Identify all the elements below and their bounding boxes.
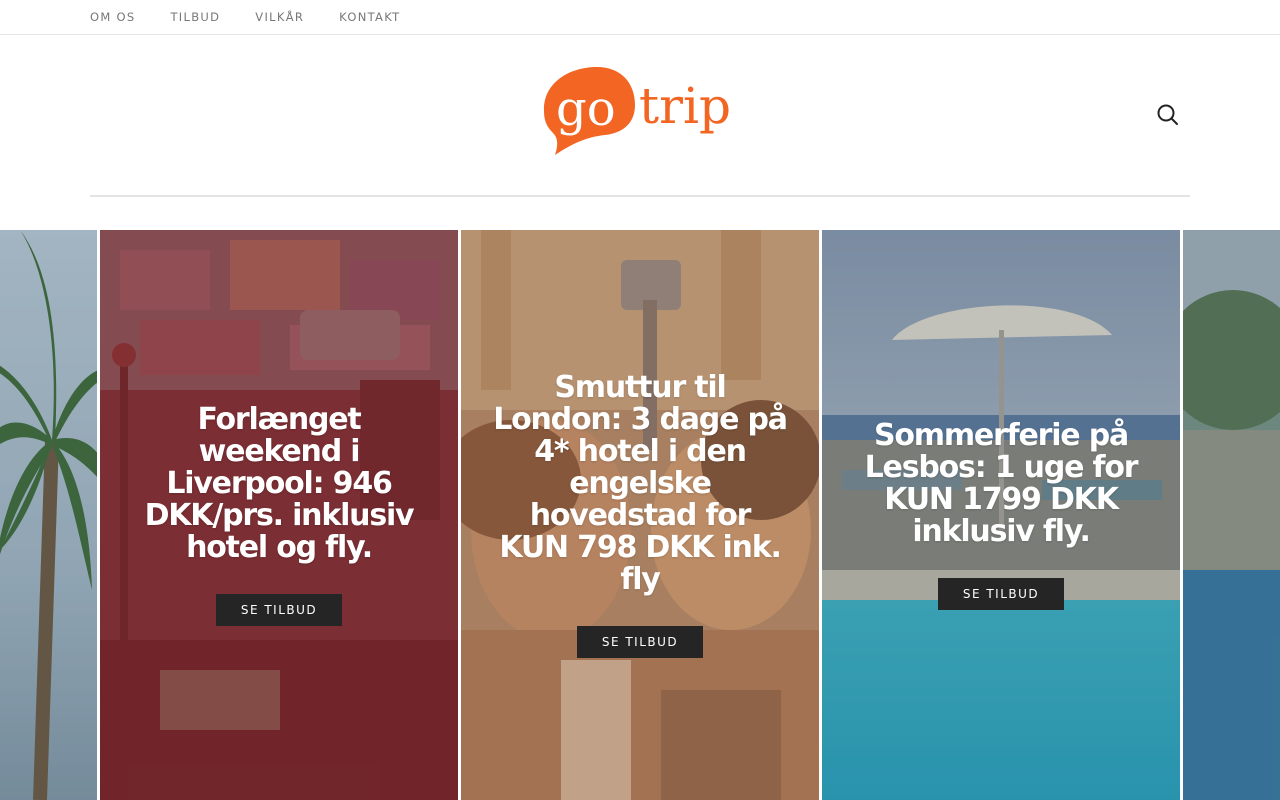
- slide-content: Forlænget weekend i Liverpool: 946 DKK/p…: [100, 230, 458, 800]
- slide-title[interactable]: Sommerferie på Lesbos: 1 uge for KUN 179…: [854, 420, 1148, 548]
- topnav-item-vilkar[interactable]: VILKÅR: [255, 10, 304, 24]
- palm-tree-image: [0, 230, 97, 800]
- slide-liverpool[interactable]: Forlænget weekend i Liverpool: 946 DKK/p…: [100, 230, 458, 800]
- svg-text:trip: trip: [639, 77, 731, 135]
- slide-title[interactable]: Smuttur til London: 3 dage på 4* hotel i…: [493, 372, 788, 596]
- slide-partial-right[interactable]: [1183, 230, 1280, 800]
- se-tilbud-button[interactable]: SE TILBUD: [937, 578, 1065, 610]
- pool-resort-image: [1183, 230, 1280, 800]
- slide-partial-left[interactable]: [0, 230, 97, 800]
- se-tilbud-button[interactable]: SE TILBUD: [215, 594, 343, 626]
- site-header: go trip: [90, 35, 1190, 197]
- slide-title[interactable]: Forlænget weekend i Liverpool: 946 DKK/p…: [132, 404, 426, 564]
- slide-content: Sommerferie på Lesbos: 1 uge for KUN 179…: [822, 230, 1180, 800]
- top-nav: OM OS TILBUD VILKÅR KONTAKT: [90, 0, 436, 34]
- slide-london[interactable]: Smuttur til London: 3 dage på 4* hotel i…: [461, 230, 819, 800]
- slide-lesbos[interactable]: Sommerferie på Lesbos: 1 uge for KUN 179…: [822, 230, 1180, 800]
- search-icon: [1157, 104, 1178, 125]
- slide-content: Smuttur til London: 3 dage på 4* hotel i…: [461, 230, 819, 800]
- topnav-item-kontakt[interactable]: KONTAKT: [339, 10, 400, 24]
- topnav-item-tilbud[interactable]: TILBUD: [170, 10, 220, 24]
- topnav-item-om-os[interactable]: OM OS: [90, 10, 135, 24]
- gotrip-logo[interactable]: go trip: [539, 63, 744, 159]
- svg-text:go: go: [556, 81, 616, 137]
- search-button[interactable]: [1155, 102, 1181, 128]
- se-tilbud-button[interactable]: SE TILBUD: [576, 626, 704, 658]
- top-bar: OM OS TILBUD VILKÅR KONTAKT: [0, 0, 1280, 35]
- offers-slider: Forlænget weekend i Liverpool: 946 DKK/p…: [0, 230, 1280, 800]
